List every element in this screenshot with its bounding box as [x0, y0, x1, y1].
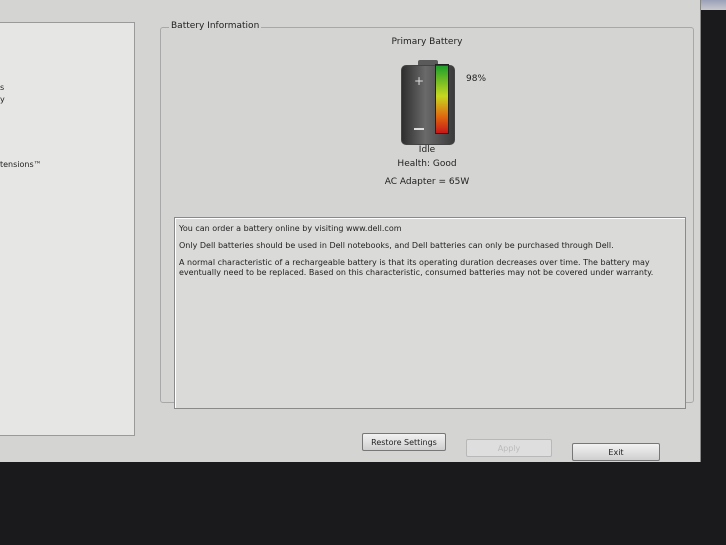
restore-settings-button[interactable]: Restore Settings	[362, 433, 446, 451]
battery-icon: +	[401, 60, 455, 146]
battery-information-group: Battery Information Primary Battery + 98…	[160, 21, 694, 409]
tree-item-extensions[interactable]: tensions™	[0, 160, 42, 169]
tree-item-fragment-1[interactable]: s	[0, 83, 4, 92]
minus-icon	[414, 128, 424, 130]
dell-batteries-text: Only Dell batteries should be used in De…	[179, 241, 614, 250]
battery-info-textbox[interactable]: You can order a battery online by visiti…	[174, 217, 686, 409]
plus-icon: +	[414, 74, 425, 88]
battery-status: Idle	[418, 145, 436, 155]
group-title: Battery Information	[169, 21, 262, 31]
ac-adapter-rating: AC Adapter = 65W	[384, 177, 470, 187]
tree-item-fragment-2[interactable]: y	[0, 95, 5, 104]
settings-tree-panel: s y tensions™	[0, 22, 135, 436]
primary-battery-heading: Primary Battery	[391, 37, 463, 47]
order-online-text: You can order a battery online by visiti…	[179, 224, 402, 233]
battery-lifetime-text: A normal characteristic of a rechargeabl…	[179, 258, 654, 277]
charge-percent: 98%	[466, 74, 487, 84]
bios-screen: s y tensions™ Battery Information Primar…	[0, 0, 701, 462]
charge-gauge	[435, 64, 449, 134]
charge-gauge-fill	[436, 66, 448, 133]
apply-button[interactable]: Apply	[466, 439, 552, 457]
battery-health: Health: Good	[397, 159, 457, 169]
exit-button[interactable]: Exit	[572, 443, 660, 461]
